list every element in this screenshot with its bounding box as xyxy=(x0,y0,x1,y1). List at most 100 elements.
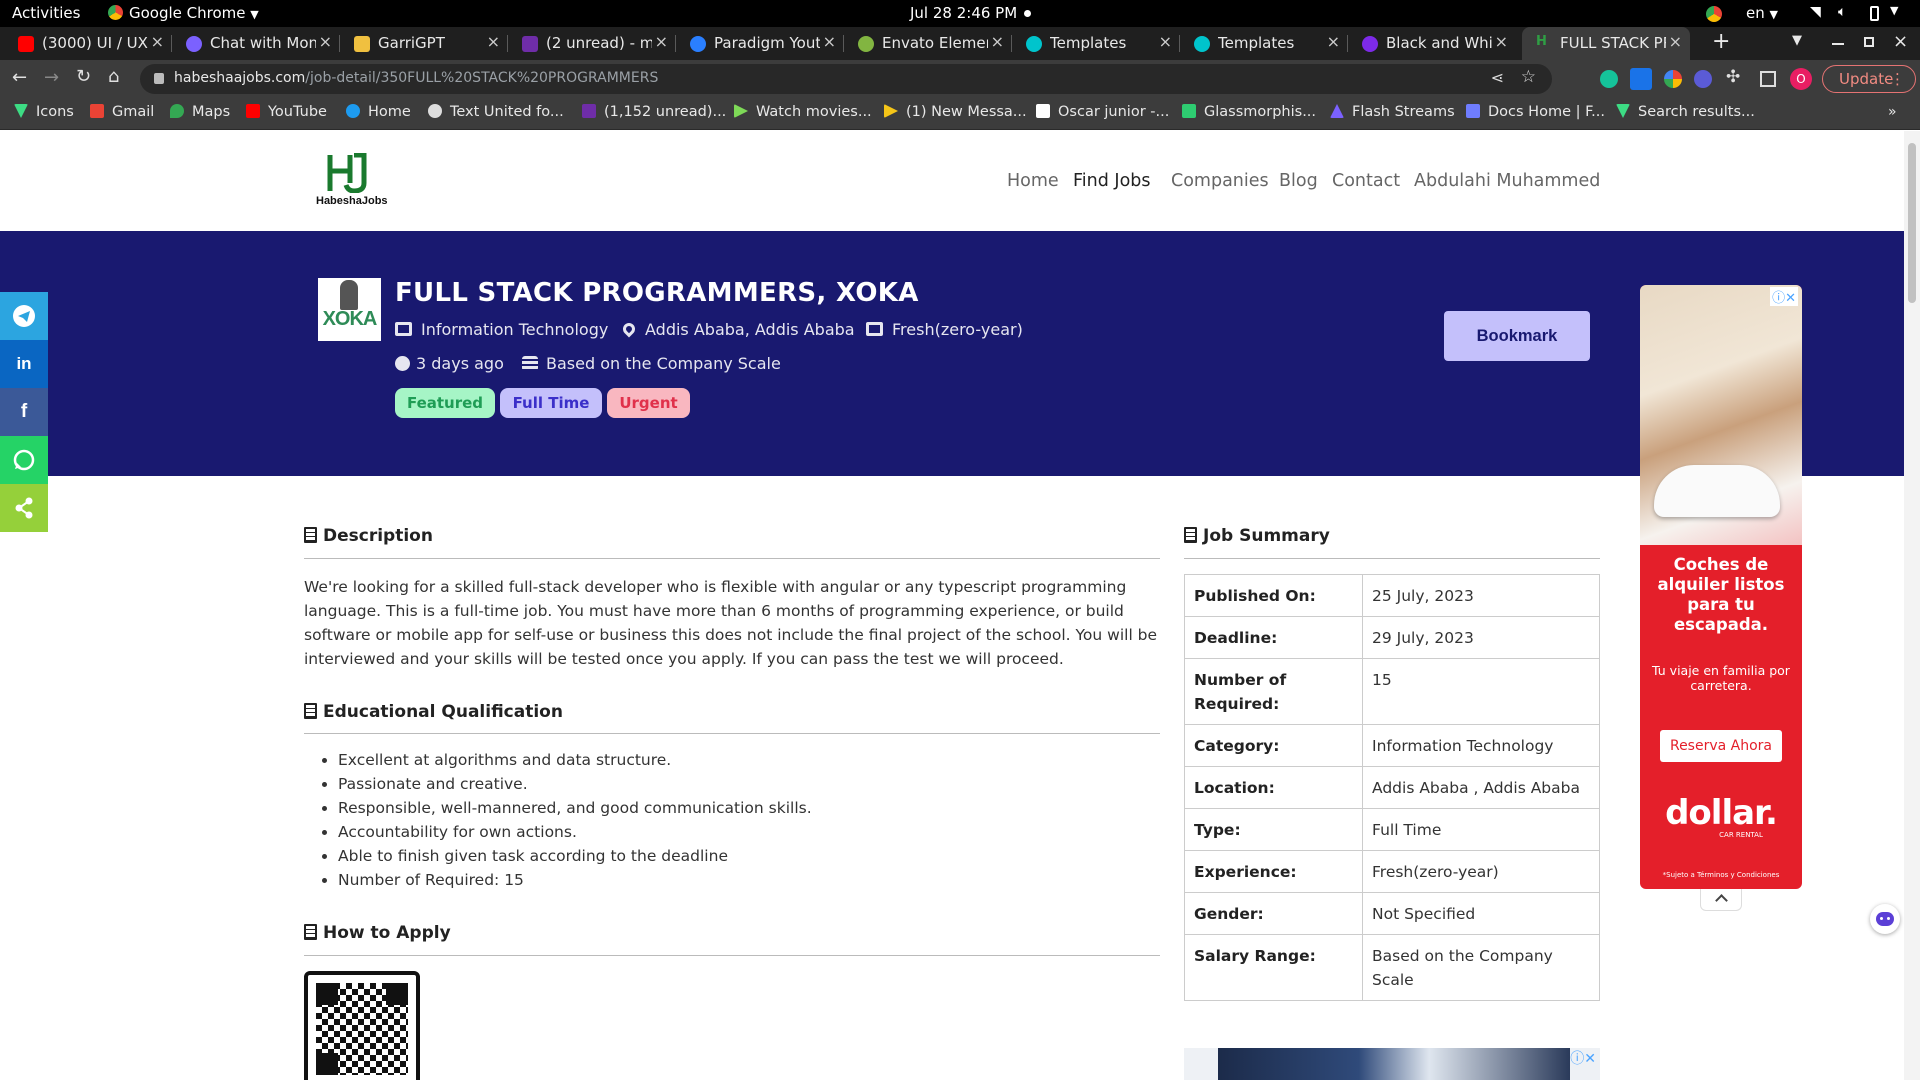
tab-item[interactable]: Templates × xyxy=(1012,27,1180,60)
share-icon[interactable]: ⋖ xyxy=(1491,68,1504,87)
new-extension-icon[interactable] xyxy=(1630,68,1652,90)
bookmark-item[interactable]: Docs Home | F... xyxy=(1466,104,1605,120)
colorful-extension-icon[interactable] xyxy=(1664,70,1682,88)
bookmark-item[interactable]: (1,152 unread)... xyxy=(582,104,726,120)
close-window-icon[interactable]: × xyxy=(1893,31,1908,52)
share-facebook-button[interactable]: f xyxy=(0,388,48,436)
nav-home[interactable]: Home xyxy=(1007,171,1059,191)
company-logo[interactable]: XOKA xyxy=(318,278,381,341)
page-scrollbar[interactable] xyxy=(1904,131,1920,1080)
tab-item[interactable]: (2 unread) - mm× xyxy=(508,27,676,60)
bookmark-item[interactable]: Home xyxy=(346,104,411,120)
more-bookmarks-chevron-icon[interactable]: » xyxy=(1888,104,1897,120)
bookmark-item[interactable]: Glassmorphis... xyxy=(1182,104,1316,120)
star-icon[interactable]: ☆ xyxy=(1521,67,1536,87)
restore-icon[interactable] xyxy=(1864,37,1874,47)
clock-icon xyxy=(395,356,410,371)
activities-button[interactable]: Activities xyxy=(12,4,80,22)
language-indicator[interactable]: en ▼ xyxy=(1746,4,1778,22)
bookmark-item[interactable]: Search results... xyxy=(1616,104,1755,120)
clock[interactable]: Jul 28 2:46 PM xyxy=(910,4,1017,22)
qualification-heading: Educational Qualification xyxy=(304,702,563,722)
site-logo[interactable]: HabeshaJobs xyxy=(316,153,388,211)
nav-blog[interactable]: Blog xyxy=(1279,171,1318,191)
battery-icon[interactable] xyxy=(1870,6,1879,21)
share-linkedin-button[interactable]: in xyxy=(0,340,48,388)
tab-search-icon[interactable]: ▼ xyxy=(1792,33,1802,48)
bookmark-item[interactable]: Watch movies... xyxy=(734,104,872,120)
extensions-puzzle-icon[interactable]: ✣ xyxy=(1726,67,1740,87)
new-tab-button[interactable]: + xyxy=(1712,29,1730,54)
minimize-icon[interactable] xyxy=(1832,43,1844,45)
browser-toolbar: ← → ↻ ⌂ habeshaajobs.com/job-detail/350F… xyxy=(0,60,1920,98)
ad-collapse-button[interactable] xyxy=(1700,889,1742,911)
ad-banner-right[interactable]: ⓘ✕ Coches de alquiler listos para tu esc… xyxy=(1640,285,1802,889)
tab-item[interactable]: Paradigm Youth × xyxy=(676,27,844,60)
share-whatsapp-button[interactable] xyxy=(0,436,48,484)
share-more-button[interactable] xyxy=(0,484,48,532)
close-icon[interactable]: × xyxy=(487,32,500,51)
table-row: Experience: Fresh(zero-year) xyxy=(1184,850,1600,893)
ad-close-icon[interactable]: ⓘ✕ xyxy=(1570,1048,1596,1068)
tab-strip: (3000) UI / UX D× Chat with Moni× GarriG… xyxy=(0,27,1920,60)
forward-icon[interactable]: → xyxy=(44,67,59,88)
wifi-icon[interactable]: ◥ xyxy=(1810,4,1821,20)
tab-item[interactable]: GarriGPT × xyxy=(340,27,508,60)
close-icon[interactable]: × xyxy=(1327,32,1340,51)
scrollbar-thumb[interactable] xyxy=(1908,143,1916,303)
nav-contact[interactable]: Contact xyxy=(1332,171,1400,191)
bookmark-item[interactable]: Oscar junior -... xyxy=(1036,104,1169,120)
close-icon[interactable]: × xyxy=(1495,32,1508,51)
youtube-icon xyxy=(246,104,260,118)
back-icon[interactable]: ← xyxy=(12,67,27,88)
system-menu-chevron-icon[interactable]: ▼ xyxy=(1890,4,1898,17)
tab-item[interactable]: (3000) UI / UX D× xyxy=(4,27,172,60)
tab-item[interactable]: Chat with Moni × xyxy=(172,27,340,60)
bookmark-item[interactable]: Gmail xyxy=(90,104,154,120)
tab-item[interactable]: Black and White× xyxy=(1348,27,1516,60)
ad-info-close-icon[interactable]: ⓘ✕ xyxy=(1770,287,1798,306)
bookmark-label: Icons xyxy=(36,104,74,120)
update-button[interactable]: Update ⋮ xyxy=(1822,65,1916,93)
url-text[interactable]: habeshaajobs.com/job-detail/350FULL%20ST… xyxy=(174,70,658,86)
bookmark-item[interactable]: Flash Streams xyxy=(1330,104,1455,120)
close-icon[interactable]: × xyxy=(319,32,332,51)
bookmark-button[interactable]: Bookmark xyxy=(1444,311,1590,361)
close-icon[interactable]: × xyxy=(991,32,1004,51)
home-icon[interactable]: ⌂ xyxy=(108,66,119,87)
ad-banner-bottom[interactable]: ⓘ✕ xyxy=(1184,1048,1600,1080)
chat-widget-button[interactable] xyxy=(1870,904,1900,934)
close-icon[interactable]: × xyxy=(1669,32,1682,51)
reload-icon[interactable]: ↻ xyxy=(76,66,91,87)
bookmark-item[interactable]: YouTube xyxy=(246,104,327,120)
close-icon[interactable]: × xyxy=(1159,32,1172,51)
qr-code-image[interactable] xyxy=(304,971,420,1080)
bookmark-item[interactable]: Text United fo... xyxy=(428,104,564,120)
close-icon[interactable]: × xyxy=(151,32,164,51)
divider xyxy=(1184,558,1600,559)
bookmark-item[interactable]: Maps xyxy=(170,104,230,120)
nav-find-jobs[interactable]: Find Jobs xyxy=(1073,171,1151,191)
address-bar[interactable]: habeshaajobs.com/job-detail/350FULL%20ST… xyxy=(140,64,1552,94)
grammarly-extension-icon[interactable] xyxy=(1600,70,1618,88)
tab-item[interactable]: Templates × xyxy=(1180,27,1348,60)
side-panel-icon[interactable] xyxy=(1760,71,1776,87)
profile-avatar[interactable]: O xyxy=(1790,68,1812,90)
summary-value: Not Specified xyxy=(1362,892,1600,935)
tab-item-active[interactable]: H FULL STACK PR × xyxy=(1522,27,1690,60)
lock-icon[interactable] xyxy=(154,73,164,84)
nav-companies[interactable]: Companies xyxy=(1171,171,1269,191)
bookmark-item[interactable]: (1) New Messa... xyxy=(884,104,1027,120)
list-item: Passionate and creative. xyxy=(338,772,1160,796)
close-icon[interactable]: × xyxy=(823,32,836,51)
ad-cta-button[interactable]: Reserva Ahora xyxy=(1660,730,1782,762)
volume-icon[interactable]: 🔈︎ xyxy=(1838,4,1846,20)
bookmark-item[interactable]: Icons xyxy=(14,104,74,120)
tab-item[interactable]: Envato Elemen × xyxy=(844,27,1012,60)
chrome-status-icon[interactable] xyxy=(1706,6,1722,22)
nav-user-profile[interactable]: Abdulahi Muhammed xyxy=(1414,171,1600,191)
share-telegram-button[interactable] xyxy=(0,292,48,340)
infinity-extension-icon[interactable] xyxy=(1694,70,1712,88)
app-menu[interactable]: Google Chrome ▼ xyxy=(108,4,259,22)
close-icon[interactable]: × xyxy=(655,32,668,51)
